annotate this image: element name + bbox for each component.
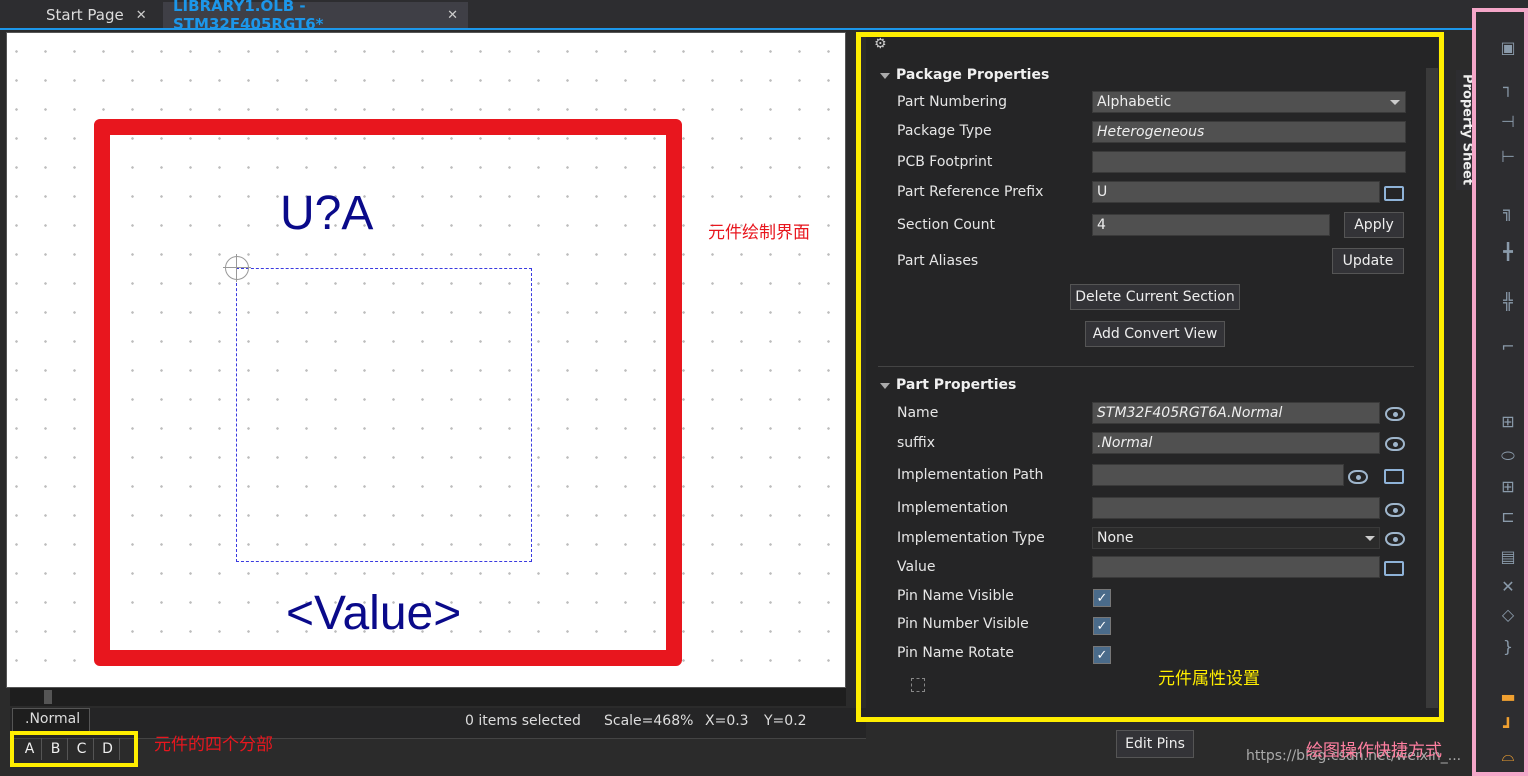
polyline-icon[interactable]: ⌐	[1494, 335, 1522, 357]
divider	[10, 738, 866, 739]
close-icon[interactable]: ✕	[447, 8, 458, 23]
zoom-scale: Scale=468%	[604, 713, 694, 729]
arc-icon[interactable]: ┛	[1494, 715, 1522, 737]
tab-library[interactable]: LIBRARY1.OLB - STM32F405RGT6* ✕	[163, 0, 468, 33]
property-highlight-frame	[856, 32, 1444, 722]
tab-label: LIBRARY1.OLB - STM32F405RGT6*	[173, 0, 324, 33]
pin-array-icon[interactable]: ⊣	[1494, 110, 1522, 132]
section-tab-a[interactable]: A	[18, 738, 42, 760]
scroll-thumb[interactable]	[44, 690, 52, 704]
x-coordinate: X=0.3	[705, 713, 749, 729]
tab-label: Start Page	[46, 6, 124, 24]
section-tab-d[interactable]: D	[96, 738, 120, 760]
grid-icon[interactable]: ⊞	[1494, 410, 1522, 432]
selection-count: 0 items selected	[465, 713, 581, 729]
horizontal-scrollbar[interactable]	[10, 688, 846, 706]
y-coordinate: Y=0.2	[764, 713, 807, 729]
line-icon[interactable]: ╬	[1494, 290, 1522, 312]
annotation-canvas: 元件绘制界面	[708, 223, 810, 243]
bezier-icon[interactable]: ⌓	[1494, 745, 1522, 767]
annotation-sections: 元件的四个分部	[154, 735, 273, 755]
text-icon[interactable]: ▤	[1494, 545, 1522, 567]
tab-start-page[interactable]: Start Page ✕	[0, 2, 160, 28]
part-value-text[interactable]: <Value>	[286, 586, 461, 641]
port-icon[interactable]: ⊏	[1494, 505, 1522, 527]
ellipse-icon[interactable]: ⬭	[1494, 445, 1522, 467]
junction-icon[interactable]: ╋	[1494, 240, 1522, 262]
grid-icon[interactable]: ⊞	[1494, 475, 1522, 497]
annotation-tools: 绘图操作快捷方式	[1306, 741, 1442, 761]
part-reference-text[interactable]: U?A	[280, 186, 373, 241]
rectangle-icon[interactable]: ▬	[1494, 685, 1522, 707]
edit-pins-button[interactable]: Edit Pins	[1116, 730, 1194, 758]
diamond-icon[interactable]: ◇	[1494, 603, 1522, 625]
section-tab-b[interactable]: B	[44, 738, 68, 760]
wire-icon[interactable]: ╗	[1494, 200, 1522, 222]
ieee-symbol-icon[interactable]: ⊢	[1494, 145, 1522, 167]
section-tabs: A B C D	[10, 731, 138, 767]
close-icon[interactable]: ✕	[136, 8, 147, 23]
part-body-outline[interactable]	[236, 268, 532, 562]
origin-marker-icon	[223, 254, 251, 282]
section-tab-c[interactable]: C	[70, 738, 94, 760]
select-icon[interactable]: ▣	[1494, 36, 1522, 58]
view-tab-normal[interactable]: .Normal	[12, 708, 90, 732]
no-connect-icon[interactable]: ✕	[1494, 575, 1522, 597]
bus-icon[interactable]: }	[1494, 635, 1522, 657]
pin-icon[interactable]: ┐	[1494, 76, 1522, 98]
